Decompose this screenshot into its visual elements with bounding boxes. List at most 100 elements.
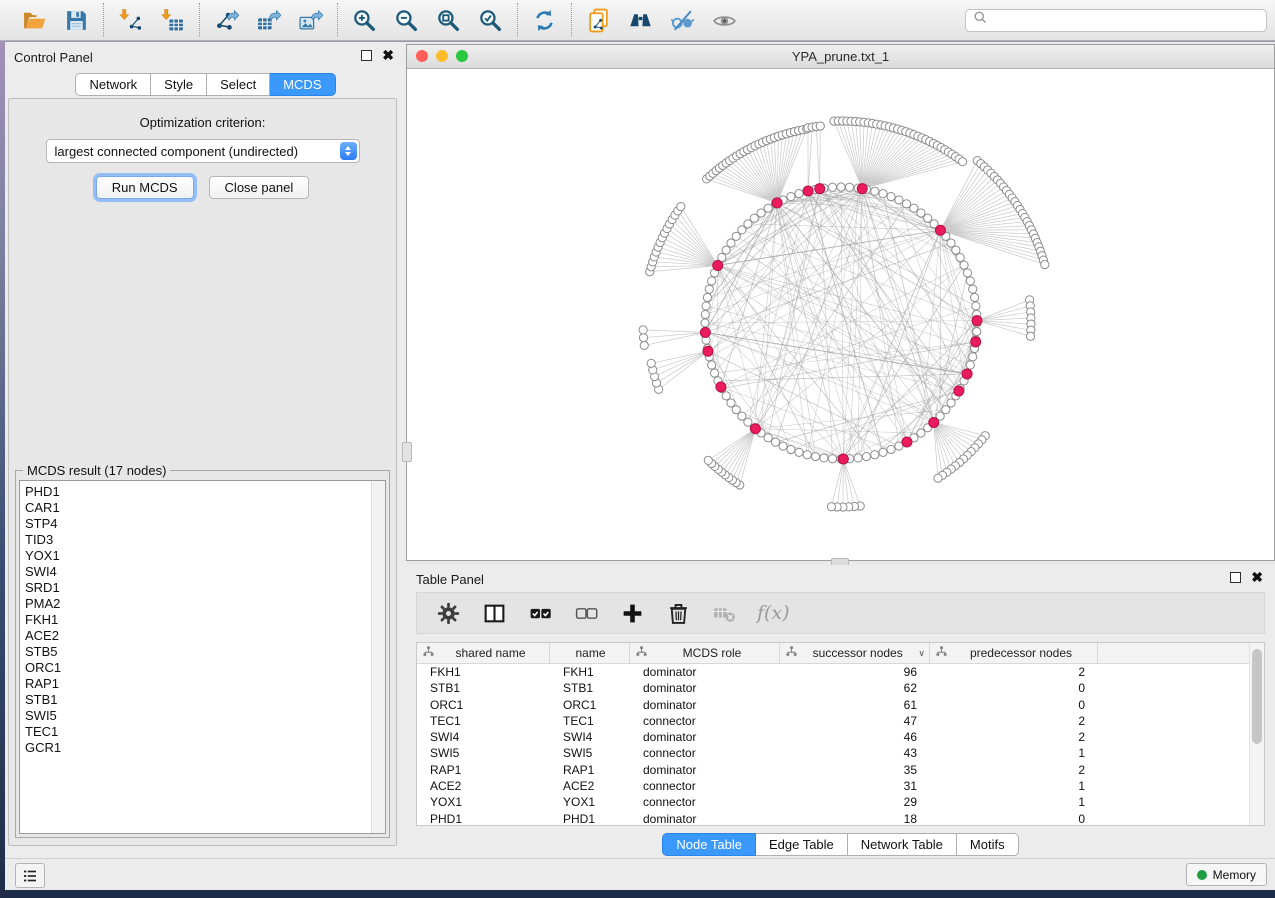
network-node[interactable] [917,429,925,437]
mcds-hub-node[interactable] [929,417,939,427]
zoom-out-icon[interactable] [393,7,420,34]
network-node[interactable] [871,187,879,195]
mcds-result-item[interactable]: ACE2 [25,628,385,644]
network-node[interactable] [708,361,716,369]
network-node[interactable] [710,369,718,377]
tab-style[interactable]: Style [151,73,207,96]
tab-mcds[interactable]: MCDS [270,73,335,96]
network-node[interactable] [708,277,716,285]
mcds-result-item[interactable]: YOX1 [25,548,385,564]
network-node[interactable] [902,200,910,208]
export-image-icon[interactable] [297,7,324,34]
network-node[interactable] [895,196,903,204]
network-node[interactable] [956,253,964,261]
network-node[interactable] [828,455,836,463]
network-node[interactable] [871,451,879,459]
network-leaf-node[interactable] [1026,332,1034,340]
network-node[interactable] [837,183,845,191]
table-row[interactable]: STB1STB1dominator620 [417,680,1264,696]
network-node[interactable] [722,392,730,400]
network-node[interactable] [701,319,709,327]
network-node[interactable] [703,293,711,301]
table-row[interactable]: SWI5SWI5connector431 [417,745,1264,761]
mcds-hub-node[interactable] [713,261,723,271]
memory-button[interactable]: Memory [1186,863,1267,886]
network-node[interactable] [787,192,795,200]
network-leaf-node[interactable] [677,203,685,211]
mcds-result-item[interactable]: SRD1 [25,580,385,596]
mcds-result-item[interactable]: TEC1 [25,724,385,740]
network-node[interactable] [963,269,971,277]
import-table-icon[interactable] [159,7,186,34]
column-header-predecessor-nodes[interactable]: predecessor nodes [930,643,1098,663]
network-node[interactable] [771,438,779,446]
table-row[interactable]: YOX1YOX1connector291 [417,794,1264,810]
network-node[interactable] [970,293,978,301]
table-row[interactable]: SWI4SWI4dominator462 [417,729,1264,745]
network-node[interactable] [722,246,730,254]
network-node[interactable] [862,452,870,460]
tab-motifs[interactable]: Motifs [957,833,1019,856]
mcds-result-item[interactable]: FKH1 [25,612,385,628]
column-view-icon[interactable] [481,600,507,626]
network-node[interactable] [779,442,787,450]
mcds-hub-node[interactable] [700,327,710,337]
network-node[interactable] [972,302,980,310]
network-file-icon[interactable] [585,7,612,34]
network-node[interactable] [969,353,977,361]
mcds-result-item[interactable]: TID3 [25,532,385,548]
table-row[interactable]: PHD1PHD1dominator180 [417,811,1264,826]
table-row[interactable]: RAP1RAP1dominator352 [417,762,1264,778]
table-row[interactable]: TEC1TEC1connector472 [417,713,1264,729]
delete-icon[interactable] [665,600,691,626]
add-icon[interactable] [619,600,645,626]
deselect-all-icon[interactable] [573,600,599,626]
open-folder-icon[interactable] [21,7,48,34]
zoom-fit-icon[interactable] [435,7,462,34]
close-panel-icon[interactable]: ✖ [382,50,394,61]
network-node[interactable] [887,192,895,200]
table-scrollbar[interactable] [1249,643,1264,825]
network-leaf-node[interactable] [647,359,655,367]
network-node[interactable] [702,302,710,310]
network-node[interactable] [887,445,895,453]
search-box[interactable] [965,9,1267,32]
mcds-hub-node[interactable] [972,316,982,326]
mcds-hub-node[interactable] [838,454,848,464]
network-node[interactable] [966,277,974,285]
run-mcds-button[interactable]: Run MCDS [96,176,194,199]
network-leaf-node[interactable] [704,456,712,464]
network-node[interactable] [854,454,862,462]
network-leaf-node[interactable] [958,158,966,166]
table-scrollbar-thumb[interactable] [1252,649,1262,744]
mcds-hub-node[interactable] [962,369,972,379]
network-leaf-node[interactable] [934,474,942,482]
mcds-hub-node[interactable] [954,386,964,396]
table-row[interactable]: ACE2ACE2connector311 [417,778,1264,794]
network-node[interactable] [705,285,713,293]
network-node[interactable] [811,452,819,460]
binoculars-icon[interactable] [627,7,654,34]
mcds-result-item[interactable]: RAP1 [25,676,385,692]
export-table-icon[interactable] [255,7,282,34]
network-leaf-node[interactable] [816,122,824,130]
network-node[interactable] [879,448,887,456]
mcds-hub-node[interactable] [902,437,912,447]
mcds-result-item[interactable]: PHD1 [25,484,385,500]
mcds-hub-node[interactable] [716,382,726,392]
network-node[interactable] [764,204,772,212]
tab-network[interactable]: Network [75,73,151,96]
task-history-button[interactable] [15,863,45,888]
network-node[interactable] [910,204,918,212]
optimization-criterion-select[interactable]: largest connected component (undirected) [46,139,360,163]
mcds-result-item[interactable]: STB5 [25,644,385,660]
column-header-name[interactable]: name [550,643,630,663]
network-node[interactable] [727,399,735,407]
hide-details-icon[interactable] [669,7,696,34]
float-panel-icon[interactable] [361,50,372,61]
close-window-light[interactable] [416,50,428,62]
network-node[interactable] [820,454,828,462]
settings-icon[interactable] [435,600,461,626]
network-node[interactable] [960,261,968,269]
mcds-result-item[interactable]: ORC1 [25,660,385,676]
